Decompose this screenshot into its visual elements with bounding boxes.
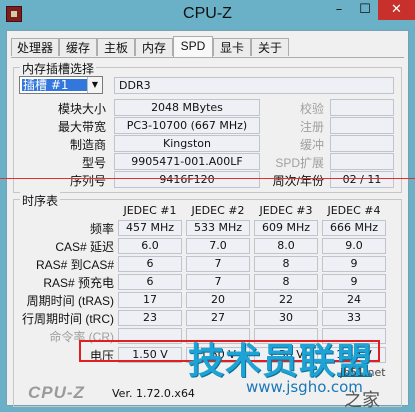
buffered-value	[330, 135, 394, 152]
slot-group: 内存插槽选择 插槽 #1 ▼ DDR3 模块大小 2048 MBytes 校验 …	[13, 60, 402, 193]
checksum-value	[330, 99, 394, 116]
part-number-value: 9905471-001.A00LF	[114, 153, 260, 170]
tab-about[interactable]: 关于	[251, 38, 289, 56]
timing-cell: 666 MHz	[322, 220, 386, 236]
timing-cell: 8.0	[254, 238, 318, 254]
annotation-red-line	[0, 178, 415, 179]
col-jedec2: JEDEC #2	[191, 204, 245, 217]
col-jedec3: JEDEC #3	[259, 204, 313, 217]
timing-cell: 6.0	[118, 238, 182, 254]
registered-value	[330, 117, 394, 134]
buffered-label: 缓冲	[299, 138, 324, 152]
timing-cell: 6	[118, 256, 182, 272]
watermark-zhi: 之家	[344, 390, 380, 411]
timing-cell: 17	[118, 292, 182, 308]
timing-cell: 24	[322, 292, 386, 308]
tab-cache[interactable]: 缓存	[59, 38, 97, 56]
slot-select-value: 插槽 #1	[23, 78, 69, 92]
tab-memory[interactable]: 内存	[135, 38, 173, 56]
maximize-button[interactable]: ☐	[352, 0, 378, 20]
tab-processor[interactable]: 处理器	[11, 38, 59, 56]
timing-row-label: CAS# 延迟	[55, 240, 114, 254]
module-size-value: 2048 MBytes	[114, 99, 260, 116]
registered-label: 注册	[299, 120, 324, 134]
checksum-label: 校验	[299, 102, 324, 116]
timing-row-label: RAS# 到CAS#	[35, 258, 114, 272]
timing-cell: 27	[186, 310, 250, 326]
timing-cell: 23	[118, 310, 182, 326]
col-jedec4: JEDEC #4	[327, 204, 381, 217]
timing-cell: 457 MHz	[118, 220, 182, 236]
minimize-button[interactable]: –	[326, 0, 352, 20]
week-year-value: 02 / 11	[330, 171, 394, 188]
serial-number-label: 序列号	[69, 174, 106, 188]
timing-cell: 9.0	[322, 238, 386, 254]
spd-ext-label: SPD扩展	[275, 156, 324, 170]
timing-row-label: 周期时间 (tRAS)	[26, 294, 114, 308]
timing-cell: 30	[254, 310, 318, 326]
timing-cell: 7	[186, 256, 250, 272]
max-bandwidth-value: PC3-10700 (667 MHz)	[114, 117, 260, 134]
timing-cell: 533 MHz	[186, 220, 250, 236]
spd-ext-value	[330, 153, 394, 170]
timing-row-label: 行周期时间 (tRC)	[22, 312, 114, 326]
tab-divider	[11, 57, 404, 58]
timing-cell: 8	[254, 274, 318, 290]
manufacturer-value: Kingston	[114, 135, 260, 152]
timing-cell: 20	[186, 292, 250, 308]
module-size-label: 模块大小	[57, 102, 106, 116]
tab-spd[interactable]: SPD	[173, 36, 213, 58]
timing-row-label: 频率	[89, 222, 114, 236]
cpuz-brand-logo: CPU-Z	[28, 383, 85, 402]
timing-cell: 8	[254, 256, 318, 272]
tab-mainboard[interactable]: 主板	[97, 38, 135, 56]
timing-cell: 22	[254, 292, 318, 308]
tab-graphics[interactable]: 显卡	[213, 38, 251, 56]
memory-type-field: DDR3	[114, 77, 394, 94]
timing-row-label: RAS# 预充电	[43, 276, 114, 290]
col-jedec1: JEDEC #1	[123, 204, 177, 217]
cpuz-window: CPU-Z – ☐ ✕ 处理器 缓存 主板 内存 SPD 显卡 关于 内存插槽选…	[0, 0, 415, 412]
timing-cell: 7	[186, 274, 250, 290]
timing-group-title: 时序表	[20, 192, 61, 209]
timing-cell: 609 MHz	[254, 220, 318, 236]
manufacturer-label: 制造商	[69, 138, 106, 152]
part-number-label: 型号	[81, 156, 106, 170]
version-text: Ver. 1.72.0.x64	[112, 387, 195, 400]
timing-cell: 9	[322, 274, 386, 290]
slot-group-title: 内存插槽选择	[20, 60, 97, 77]
slot-select[interactable]: 插槽 #1 ▼	[19, 76, 103, 94]
timing-cell: 7.0	[186, 238, 250, 254]
close-button[interactable]: ✕	[378, 0, 415, 20]
chevron-down-icon[interactable]: ▼	[87, 77, 102, 93]
timing-cell: 33	[322, 310, 386, 326]
serial-number-value: 9416F120	[114, 171, 260, 188]
timing-cell: 9	[322, 256, 386, 272]
max-bandwidth-label: 最大带宽	[57, 120, 106, 134]
title-bar[interactable]: CPU-Z – ☐ ✕	[0, 0, 415, 30]
week-year-label: 周次/年份	[272, 174, 324, 188]
timing-cell: 6	[118, 274, 182, 290]
